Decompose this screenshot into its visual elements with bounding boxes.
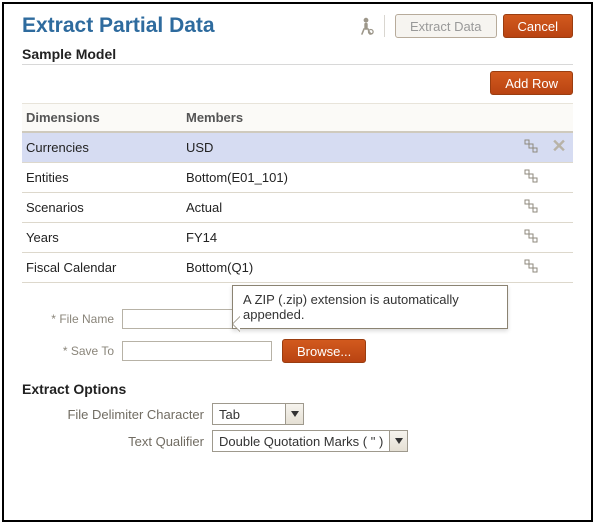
cancel-button[interactable]: Cancel <box>503 14 573 38</box>
dimension-cell: Years <box>22 223 182 253</box>
table-row[interactable]: Fiscal CalendarBottom(Q1) <box>22 253 573 283</box>
member-cell: Bottom(Q1) <box>182 253 517 283</box>
delimiter-value: Tab <box>213 404 285 424</box>
table-row[interactable]: EntitiesBottom(E01_101) <box>22 163 573 193</box>
sample-model-title: Sample Model <box>22 46 573 62</box>
member-selector-icon[interactable] <box>524 229 538 243</box>
chevron-down-icon <box>285 404 303 424</box>
divider <box>22 64 573 65</box>
dialog-header: Extract Partial Data Extract Data Cancel <box>22 14 573 38</box>
save-to-input[interactable] <box>122 341 272 361</box>
extract-partial-data-dialog: Extract Partial Data Extract Data Cancel… <box>2 2 593 522</box>
member-cell: Bottom(E01_101) <box>182 163 517 193</box>
member-selector-icon[interactable] <box>524 169 538 183</box>
tooltip-text: A ZIP (.zip) extension is automatically … <box>243 292 459 322</box>
dimension-cell: Scenarios <box>22 193 182 223</box>
member-selector-icon[interactable] <box>524 259 538 273</box>
member-cell: FY14 <box>182 223 517 253</box>
file-form: A ZIP (.zip) extension is automatically … <box>22 309 573 363</box>
chevron-down-icon <box>389 431 407 451</box>
table-row[interactable]: YearsFY14 <box>22 223 573 253</box>
table-row[interactable]: ScenariosActual <box>22 193 573 223</box>
delimiter-label: File Delimiter Character <box>22 407 212 422</box>
remove-row-icon[interactable]: ✕ <box>551 136 566 156</box>
file-name-label: * File Name <box>22 312 122 326</box>
member-selector-icon[interactable] <box>524 199 538 213</box>
dimensions-table: Dimensions Members CurrenciesUSD ✕ Entitie… <box>22 103 573 283</box>
col-header-dimensions: Dimensions <box>22 104 182 133</box>
page-title: Extract Partial Data <box>22 14 215 38</box>
accessibility-icon[interactable] <box>358 17 374 35</box>
member-cell: Actual <box>182 193 517 223</box>
dimension-cell: Currencies <box>22 132 182 163</box>
col-header-members: Members <box>182 104 517 133</box>
member-cell: USD <box>182 132 517 163</box>
browse-button[interactable]: Browse... <box>282 339 366 363</box>
qualifier-label: Text Qualifier <box>22 434 212 449</box>
add-row-button[interactable]: Add Row <box>490 71 573 95</box>
qualifier-select[interactable]: Double Quotation Marks ( " ) <box>212 430 408 452</box>
header-actions: Extract Data Cancel <box>358 14 573 38</box>
extract-options-title: Extract Options <box>22 381 573 397</box>
dimension-cell: Fiscal Calendar <box>22 253 182 283</box>
table-row[interactable]: CurrenciesUSD ✕ <box>22 132 573 163</box>
save-to-label: * Save To <box>22 344 122 358</box>
dimension-cell: Entities <box>22 163 182 193</box>
member-selector-icon[interactable] <box>524 139 538 153</box>
qualifier-value: Double Quotation Marks ( " ) <box>213 431 389 451</box>
file-name-tooltip: A ZIP (.zip) extension is automatically … <box>232 285 508 329</box>
divider <box>384 15 385 37</box>
delimiter-select[interactable]: Tab <box>212 403 304 425</box>
extract-data-button[interactable]: Extract Data <box>395 14 497 38</box>
